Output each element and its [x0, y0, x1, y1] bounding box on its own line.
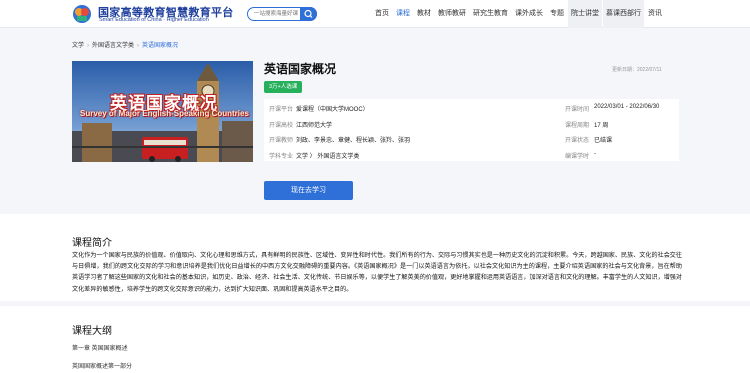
info-row: 学科专业 文学 〉 外国语言文学类 编课学时 -: [264, 146, 679, 162]
intro-title: 课程简介: [72, 238, 112, 249]
nav-mooc-west[interactable]: 慕课西部行: [603, 0, 644, 28]
breadcrumb-chevron-icon: ›: [87, 43, 90, 49]
status-value: 已结课: [594, 138, 613, 144]
search-box: [247, 7, 317, 21]
nav-extracurricular[interactable]: 课外成长: [512, 0, 546, 28]
main-nav: 首页 课程 教材 教师教研 研究生教育 课外成长 专题 院士讲堂 慕课西部行 资…: [372, 0, 666, 28]
breadcrumb-item[interactable]: 外国语言文学类: [92, 43, 134, 49]
search-input[interactable]: [254, 8, 302, 20]
course-title: 英语国家概况: [264, 62, 337, 76]
info-label: 开课时间: [565, 107, 590, 113]
hours-value: -: [594, 150, 596, 157]
info-row: 开课教师 刘政、李景忠、章健、程长颖、张羚、张羽 开课状态 已结课: [264, 130, 679, 146]
top-navigation-bar: 国家高等教育智慧教育平台 Smart Education of China · …: [0, 0, 750, 28]
breadcrumb-current: 英语国家概况: [142, 43, 179, 49]
nav-home[interactable]: 首页: [372, 0, 392, 28]
study-now-button[interactable]: 现在去学习: [264, 181, 353, 200]
info-label: 开课平台: [269, 107, 294, 113]
info-label: 开课状态: [565, 138, 590, 144]
course-info-table: 开课平台 爱课程（中国大学MOOC） 开课时间 2022/03/01 - 202…: [264, 99, 679, 161]
info-label: 编课学时: [565, 153, 590, 160]
outline-title: 课程大纲: [72, 326, 112, 337]
start-time-value: 2022/03/01 - 2022/06/30: [594, 104, 660, 110]
course-cover-image: 英语国家概况 Survey of Major English-Speaking …: [72, 61, 253, 162]
info-label: 开课教师: [269, 138, 294, 144]
update-date: 更新日期：2022/07/11: [612, 67, 662, 73]
intro-text: 文化作为一个国家与民族的价值观、价值取向、文化心理和思维方式，具有鲜明的民族性、…: [72, 253, 682, 293]
info-row: 开课高校 江西师范大学 课程周期 17 周: [264, 115, 679, 131]
breadcrumb-chevron-icon: ›: [137, 43, 140, 49]
info-label: 学科专业: [269, 153, 294, 160]
nav-graduate[interactable]: 研究生教育: [470, 0, 511, 28]
platform-value[interactable]: 爱课程（中国大学MOOC）: [296, 104, 369, 113]
search-button[interactable]: [300, 7, 317, 21]
enrollment-badge: 3万+人选课: [264, 81, 303, 93]
nav-academician-lectures[interactable]: 院士讲堂: [568, 0, 602, 28]
nav-teacher-research[interactable]: 教师教研: [435, 0, 469, 28]
info-row: 开课平台 爱课程（中国大学MOOC） 开课时间 2022/03/01 - 202…: [264, 99, 679, 115]
info-label: 开课高校: [269, 122, 294, 129]
nav-news[interactable]: 资讯: [645, 0, 665, 28]
weeks-value: 17 周: [594, 122, 609, 129]
chapter-item[interactable]: 第一章 英国国家概述: [72, 343, 128, 352]
nav-textbooks[interactable]: 教材: [414, 0, 434, 28]
cover-subtitle: Survey of Major English-Speaking Countri…: [80, 109, 249, 118]
info-label: 课程周期: [565, 122, 590, 129]
logo-subtitle: Smart Education of China · Higher Educat…: [99, 17, 209, 23]
teachers-value: 刘政、李景忠、章健、程长颖、张羚、张羽: [296, 138, 411, 144]
nav-topics[interactable]: 专题: [547, 0, 567, 28]
breadcrumb: 文学 › 外国语言文学类 › 英语国家概况: [72, 40, 178, 49]
chapter-item[interactable]: 英国国家概述第一部分: [72, 361, 132, 370]
search-icon: [304, 9, 313, 18]
subject-value[interactable]: 文学 〉 外国语言文学类: [296, 151, 359, 160]
school-value[interactable]: 江西师范大学: [296, 120, 332, 129]
platform-logo-icon[interactable]: [72, 4, 92, 24]
breadcrumb-item[interactable]: 文学: [72, 43, 84, 49]
nav-courses[interactable]: 课程: [393, 0, 413, 28]
